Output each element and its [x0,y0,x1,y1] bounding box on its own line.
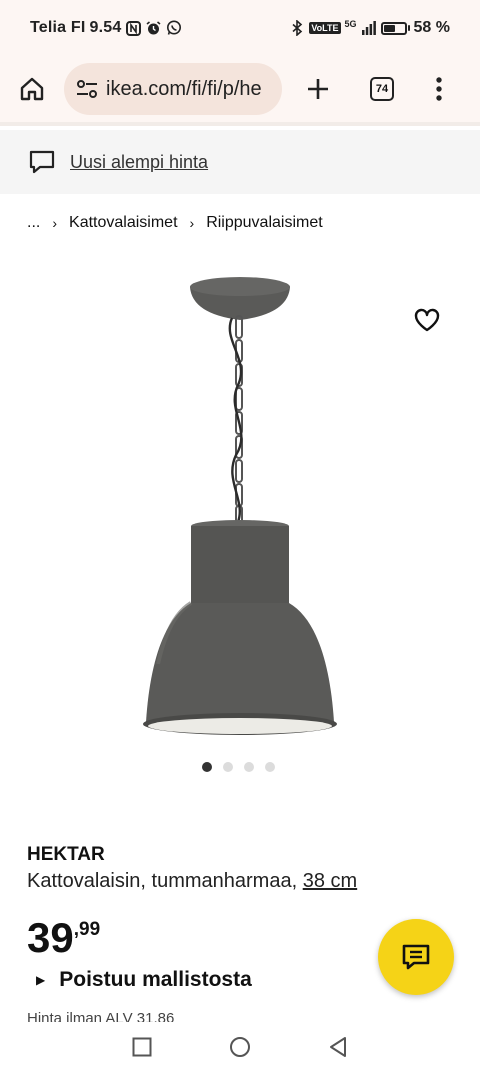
tab-count: 74 [370,77,394,101]
network-type-label: 5G [344,19,357,29]
new-tab-button[interactable] [296,67,340,111]
price-notice-banner[interactable]: Uusi alempi hinta [0,130,480,194]
status-right: VoLTE 5G 58 % [289,19,450,37]
breadcrumb-item-ceiling-lights[interactable]: Kattovalaisimet [69,214,178,232]
tab-switcher-button[interactable]: 74 [360,67,404,111]
breadcrumb: ... › Kattovalaisimet › Riippuvalaisimet [27,212,323,234]
carousel-dot[interactable] [223,762,233,772]
price-excl-vat: Hinta ilman ALV 31,86 [27,1010,175,1022]
chevron-right-icon: › [52,215,58,231]
price-decimal: ,99 [73,919,101,940]
product-size-link[interactable]: 38 cm [303,870,357,892]
battery-percent: 58 % [413,19,450,36]
discontinued-label: Poistuu mallistosta [59,968,252,991]
url-text: ikea.com/fi/fi/p/he [106,77,262,100]
toolbar-divider [0,122,480,126]
whatsapp-icon [166,20,182,36]
browser-menu-button[interactable] [424,67,454,111]
carousel-indicator [202,762,275,772]
product-price: 39 ,99 [27,914,100,962]
nfc-icon [126,20,142,36]
carousel-dot[interactable] [244,762,254,772]
favorite-button[interactable] [412,305,442,335]
chat-button[interactable] [378,919,454,995]
battery-icon [380,21,410,35]
carousel-dot[interactable] [202,762,212,772]
home-icon [20,77,44,101]
back-button[interactable] [325,1034,351,1060]
circle-icon [230,1037,250,1057]
carrier-label: Telia FI [30,19,86,36]
home-button[interactable] [10,67,54,111]
plus-icon [308,79,328,99]
breadcrumb-item-pendant-lights[interactable]: Riippuvalaisimet [206,214,323,232]
volte-icon: VoLTE [309,22,341,34]
product-description: Kattovalaisin, tummanharmaa, 38 cm [27,870,357,893]
breadcrumb-ellipsis[interactable]: ... [27,214,40,232]
status-bar: Telia FI 9.54 VoLTE 5G 58 % [0,0,480,56]
clock: 9.54 [89,19,122,36]
site-settings-icon[interactable] [76,79,98,99]
caret-right-icon: ▶ [36,973,46,987]
carousel-dot[interactable] [265,762,275,772]
chat-icon [402,944,430,970]
signal-icon [361,20,377,36]
address-bar[interactable]: ikea.com/fi/fi/p/he [64,63,282,115]
heart-icon [414,308,440,332]
bluetooth-icon [289,20,305,36]
system-nav-bar [0,1022,480,1072]
square-icon [132,1037,152,1057]
status-left: Telia FI 9.54 [30,19,182,37]
discontinued-toggle[interactable]: ▶ Poistuu mallistosta [36,968,252,992]
alarm-icon [146,20,162,36]
chevron-right-icon: › [189,215,195,231]
price-integer: 39 [27,914,74,961]
chat-bubble-icon [29,150,55,174]
home-nav-button[interactable] [227,1034,253,1060]
more-vert-icon [436,77,442,101]
triangle-back-icon [330,1037,346,1057]
product-name: HEKTAR [27,844,105,865]
product-description-text: Kattovalaisin, tummanharmaa, [27,870,298,892]
product-image[interactable] [0,250,480,750]
notice-link[interactable]: Uusi alempi hinta [70,152,208,173]
recents-button[interactable] [129,1034,155,1060]
browser-toolbar: ikea.com/fi/fi/p/he 74 [0,56,480,122]
